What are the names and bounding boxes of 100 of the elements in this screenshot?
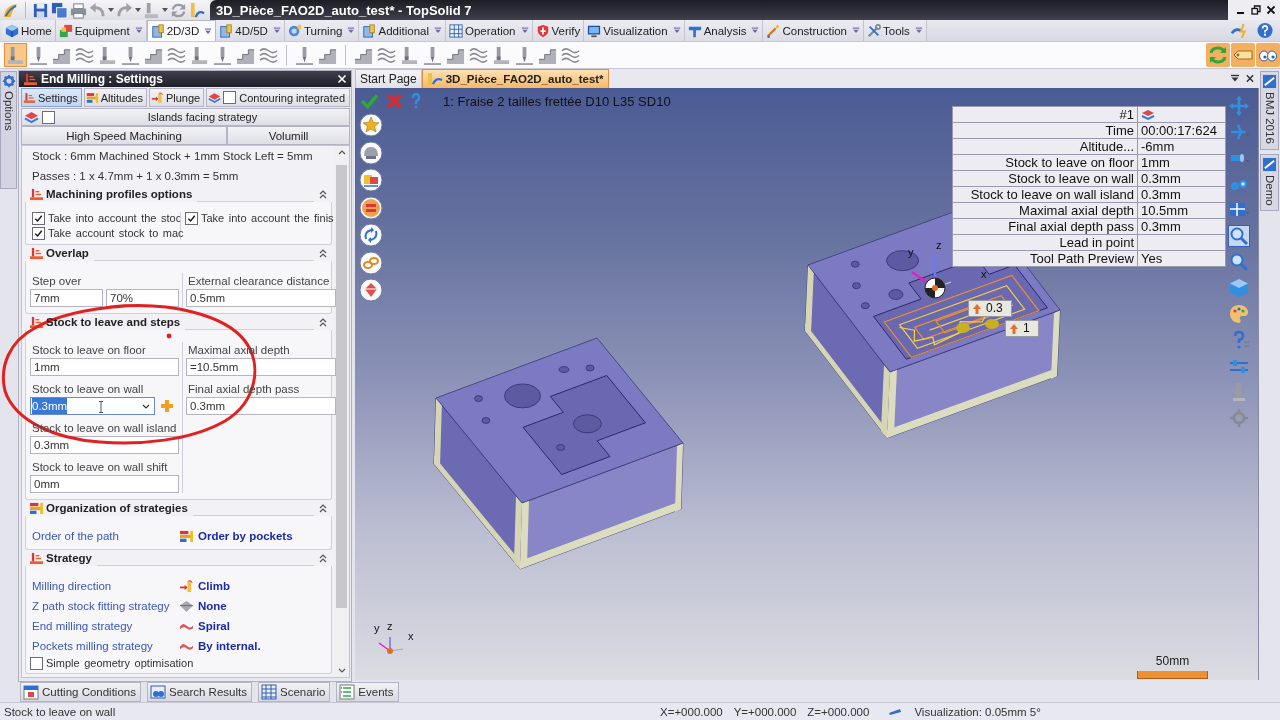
eyes-icon[interactable] bbox=[1256, 43, 1280, 67]
checkbox[interactable] bbox=[185, 212, 198, 225]
ribbon-tab[interactable]: Analysis bbox=[684, 20, 764, 41]
dropdown-arrow-icon[interactable] bbox=[108, 8, 114, 12]
text-field[interactable]: 0.3mm bbox=[186, 397, 336, 415]
text-field[interactable]: 7mm bbox=[30, 289, 103, 307]
3d-viewport[interactable] bbox=[355, 88, 1259, 680]
cube-icon[interactable] bbox=[1228, 277, 1250, 299]
bar-curve-icon[interactable] bbox=[189, 1, 206, 19]
combo-box[interactable]: 0.3mm bbox=[30, 397, 155, 415]
dimension-value: 1 bbox=[1023, 322, 1030, 335]
layers-icon[interactable] bbox=[359, 195, 383, 220]
panel-tab[interactable]: Volumill bbox=[227, 126, 350, 145]
coordinate-readout: Z=+000.000 bbox=[807, 706, 870, 718]
collapse-icon[interactable] bbox=[319, 503, 327, 513]
zoom-icon[interactable] bbox=[1228, 251, 1250, 273]
panel-tab[interactable]: Islands facing strategy bbox=[21, 108, 350, 126]
scroll-up-icon[interactable] bbox=[337, 150, 346, 155]
table-cell: Altitude... bbox=[952, 138, 1138, 155]
checkbox[interactable] bbox=[42, 110, 55, 124]
palette-icon[interactable] bbox=[1228, 303, 1250, 325]
ribbon-tab[interactable]: Turning bbox=[284, 20, 360, 41]
layers-icon bbox=[208, 91, 222, 104]
bottom-tab[interactable]: Cutting Conditions bbox=[20, 682, 141, 702]
vertical-scrollbar[interactable] bbox=[334, 146, 349, 677]
checkmark-icon bbox=[187, 214, 196, 223]
panel-tab[interactable]: High Speed Machining bbox=[21, 126, 227, 145]
collapse-icon[interactable] bbox=[319, 553, 327, 563]
checkbox[interactable] bbox=[30, 656, 43, 670]
checkbox[interactable] bbox=[32, 211, 45, 225]
tool-button[interactable] bbox=[4, 43, 27, 67]
help-icon[interactable] bbox=[1255, 22, 1275, 39]
option-label: Pockets milling strategy bbox=[31, 640, 154, 652]
scrollbar-thumb[interactable] bbox=[336, 165, 347, 608]
bottom-tab[interactable]: Events bbox=[336, 682, 399, 702]
group-heading: Organization of strategies bbox=[46, 502, 189, 514]
close-icon[interactable] bbox=[1266, 5, 1276, 15]
blocks-icon[interactable] bbox=[359, 168, 383, 192]
table-cell: 0.3mm bbox=[1137, 218, 1226, 235]
collapse-icon[interactable] bbox=[319, 189, 327, 199]
close-icon[interactable] bbox=[1245, 74, 1255, 83]
zoom-icon[interactable] bbox=[1228, 225, 1250, 247]
move-icon[interactable] bbox=[1228, 95, 1250, 117]
option-value-button[interactable]: Spiral bbox=[179, 619, 230, 633]
bottom-tab[interactable]: Search Results bbox=[147, 682, 252, 702]
ribbon-tab[interactable]: 2D/3D bbox=[146, 20, 217, 41]
text-field[interactable]: 0.5mm bbox=[186, 289, 336, 307]
checkbox[interactable] bbox=[32, 226, 45, 240]
panel-tab[interactable]: Settings bbox=[21, 88, 82, 107]
text-field[interactable]: 1mm bbox=[30, 358, 179, 376]
list-icon bbox=[339, 684, 356, 700]
ribbon-tab[interactable]: Additional bbox=[359, 20, 446, 41]
bottom-tab[interactable]: Scenario bbox=[257, 682, 331, 702]
text-field[interactable]: =10.5mm bbox=[186, 358, 336, 376]
document-tab[interactable]: 3D_Pièce_FAO2D_auto_test* bbox=[421, 69, 609, 88]
ribbon-tab[interactable]: Construction bbox=[763, 20, 864, 41]
table-cell: Tool Path Preview bbox=[952, 250, 1138, 267]
monitor-icon bbox=[587, 23, 602, 38]
stacked-disks-icon[interactable] bbox=[51, 1, 68, 19]
side-tab[interactable]: Demo bbox=[1260, 153, 1279, 212]
ribbon-tab[interactable]: Tools bbox=[864, 20, 927, 41]
ribbon-tab[interactable]: Visualization bbox=[584, 20, 685, 41]
restore-icon[interactable] bbox=[1251, 5, 1261, 15]
collapse-icon[interactable] bbox=[319, 317, 327, 327]
option-value-button[interactable]: None bbox=[179, 599, 227, 613]
panel-tab[interactable]: Contouring integrated bbox=[206, 88, 350, 107]
dome-icon[interactable] bbox=[359, 140, 383, 165]
ribbon-tab[interactable]: 4D/5D bbox=[216, 20, 285, 41]
app-logo-icon[interactable] bbox=[2, 1, 19, 19]
text-field[interactable]: 0mm bbox=[30, 475, 179, 493]
panel-tab[interactable]: Plunge bbox=[148, 88, 205, 107]
tag-icon[interactable] bbox=[1231, 43, 1255, 67]
scroll-down-icon[interactable] bbox=[337, 668, 346, 673]
checkbox[interactable] bbox=[223, 91, 237, 104]
ribbon-tab[interactable]: Verify bbox=[532, 20, 585, 41]
side-tab[interactable]: BMJ 2016 bbox=[1260, 71, 1279, 150]
check-icon[interactable] bbox=[361, 93, 378, 109]
option-value-button[interactable]: By internal. bbox=[179, 639, 261, 653]
text-field[interactable]: 70% bbox=[106, 289, 179, 307]
plus-icon[interactable] bbox=[161, 400, 173, 412]
drill-icon bbox=[295, 45, 314, 65]
chevron-down-icon[interactable] bbox=[142, 403, 150, 409]
dropdown-arrow-icon[interactable] bbox=[135, 8, 141, 12]
options-side-tab[interactable]: Options bbox=[0, 71, 17, 189]
ribbon-tab[interactable]: Home bbox=[2, 20, 56, 41]
tab-menu-icon[interactable] bbox=[1230, 74, 1240, 83]
drill-icon bbox=[515, 45, 534, 65]
panel-tab[interactable]: Altitudes bbox=[83, 88, 147, 107]
collapse-icon[interactable] bbox=[319, 248, 327, 258]
option-value-button[interactable]: Climb bbox=[179, 579, 230, 593]
arrows-icon[interactable] bbox=[359, 223, 383, 247]
ribbon-tab[interactable]: Operation bbox=[446, 20, 533, 41]
option-value-button[interactable]: Order by pockets bbox=[179, 529, 293, 543]
printer-icon[interactable] bbox=[70, 1, 87, 19]
ribbon-tab[interactable]: Equipment bbox=[55, 20, 147, 41]
dropdown-arrow-icon[interactable] bbox=[162, 8, 168, 12]
chain-icon[interactable] bbox=[359, 250, 383, 275]
option-label: Order of the path bbox=[31, 530, 120, 542]
coordinate-readout: Y=+000.000 bbox=[733, 706, 797, 718]
document-tab[interactable]: Start Page bbox=[355, 69, 422, 88]
